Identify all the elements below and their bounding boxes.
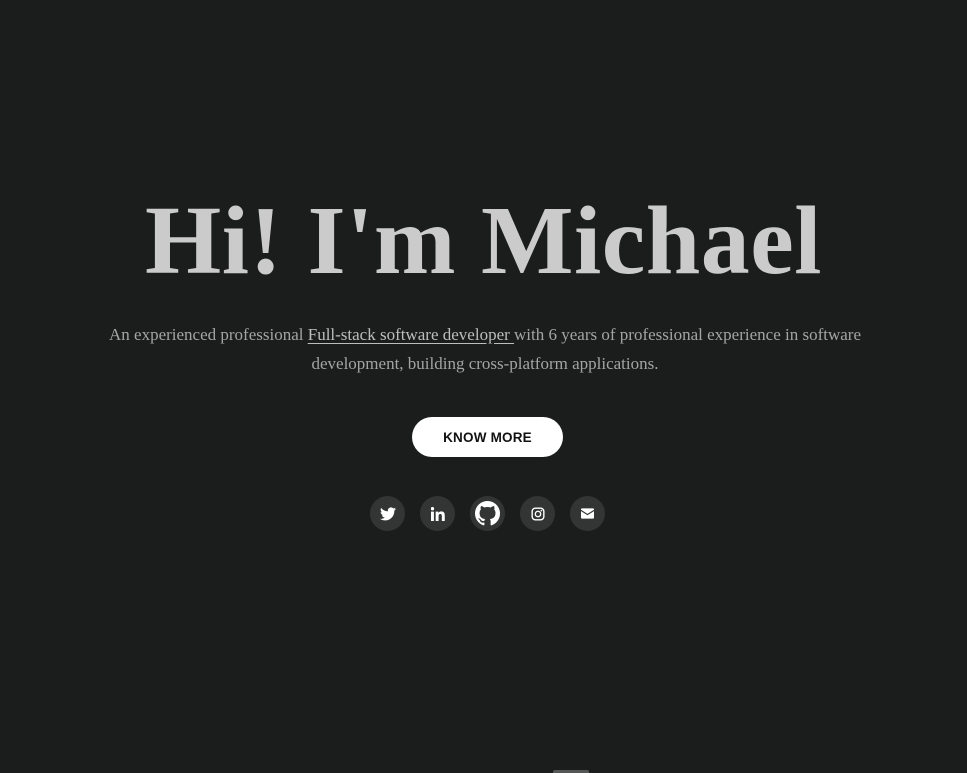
hero-section: Hi! I'm Michael An experienced professio… <box>0 0 967 773</box>
mail-icon <box>581 508 594 519</box>
social-links <box>370 496 610 532</box>
instagram-link[interactable] <box>520 496 555 531</box>
know-more-button[interactable]: KNOW MORE <box>412 417 563 457</box>
hero-intro: An experienced professional Full-stack s… <box>80 320 890 378</box>
full-stack-link[interactable]: Full-stack software developer <box>308 325 514 344</box>
email-link[interactable] <box>570 496 605 531</box>
instagram-icon <box>530 506 545 521</box>
github-icon <box>475 501 500 526</box>
intro-text-start: An experienced professional <box>109 325 308 344</box>
twitter-link[interactable] <box>370 496 405 531</box>
github-link[interactable] <box>470 496 505 531</box>
linkedin-link[interactable] <box>420 496 455 531</box>
linkedin-icon <box>430 506 445 521</box>
twitter-icon <box>379 506 396 520</box>
hero-title: Hi! I'm Michael <box>144 187 823 295</box>
